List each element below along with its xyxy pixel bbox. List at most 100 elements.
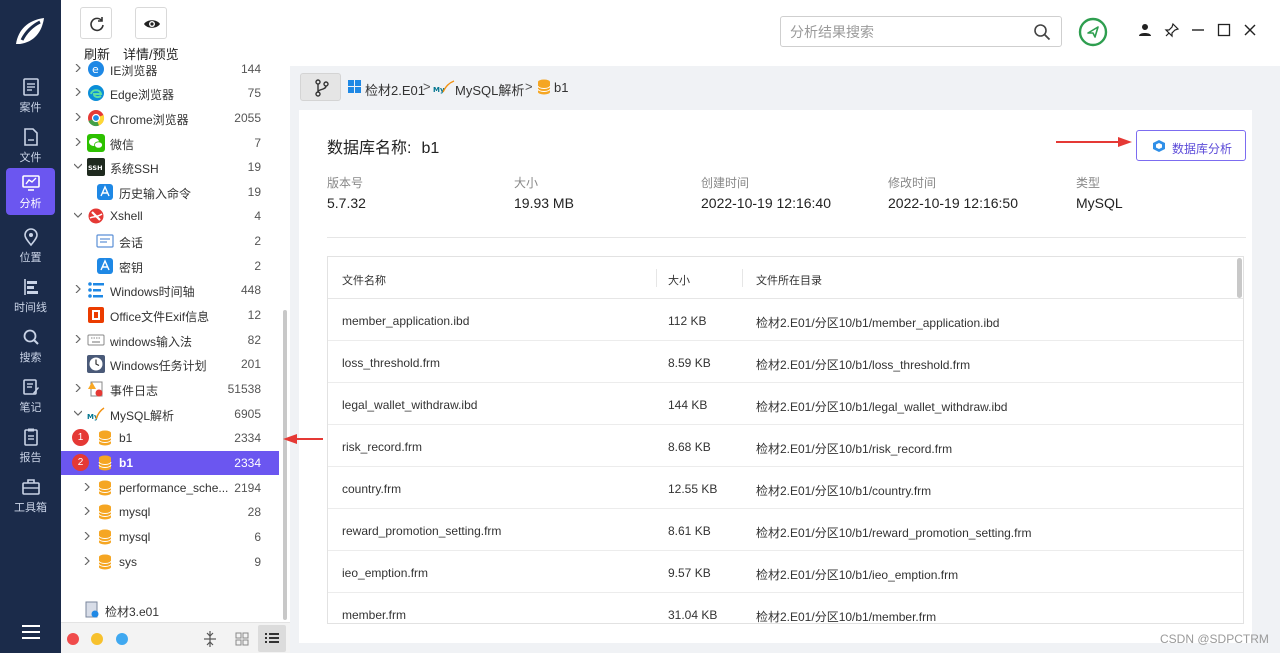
database-analysis-button[interactable]: 数据库分析: [1136, 130, 1246, 161]
tree-scrollbar[interactable]: [283, 310, 287, 620]
breadcrumb-item[interactable]: b1: [554, 80, 568, 95]
search-input[interactable]: [790, 23, 1020, 41]
chevron-right-icon[interactable]: [83, 507, 91, 515]
branch-button[interactable]: [300, 73, 341, 101]
table-row[interactable]: reward_promotion_setting.frm 8.61 KB 检材2…: [328, 509, 1243, 551]
database-icon: [98, 430, 112, 446]
column-header-path[interactable]: 文件所在目录: [756, 272, 822, 288]
refresh-button[interactable]: [80, 7, 112, 39]
table-scrollbar[interactable]: [1237, 258, 1242, 298]
close-icon[interactable]: [1242, 22, 1258, 38]
chevron-right-icon[interactable]: [74, 88, 82, 96]
rail-item-file[interactable]: 文件: [6, 122, 55, 170]
chevron-right-icon[interactable]: [74, 384, 82, 392]
rail-item-report[interactable]: 报告: [6, 422, 55, 470]
tree-item-windows-ime[interactable]: windows输入法 82: [61, 328, 279, 352]
menu-icon[interactable]: [22, 625, 40, 639]
tree-item-label: Windows任务计划: [110, 359, 207, 373]
blue-dot-icon[interactable]: [116, 633, 128, 645]
chevron-right-icon[interactable]: [74, 138, 82, 146]
chevron-right-icon[interactable]: [83, 532, 91, 540]
tree-item-windows-timeline[interactable]: Windows时间轴 448: [61, 278, 279, 302]
rail-item-case[interactable]: 案件: [6, 72, 55, 120]
tree-item-label: mysql: [119, 530, 151, 544]
timeline-icon: [88, 282, 104, 298]
preview-button[interactable]: [135, 7, 167, 39]
breadcrumb-item[interactable]: 检材2.E01: [365, 80, 425, 99]
tree-item-db-b1-selected[interactable]: 2 b1 2334: [61, 451, 279, 475]
tree-item-system-ssh[interactable]: SSH 系统SSH 19: [61, 155, 279, 179]
table-row[interactable]: member.frm 31.04 KB 检材2.E01/分区10/b1/memb…: [328, 593, 1243, 623]
tree-item-session[interactable]: 会话 2: [61, 229, 279, 253]
column-divider[interactable]: [656, 269, 657, 287]
tree-item-wechat[interactable]: 微信 7: [61, 131, 279, 155]
red-dot-icon[interactable]: [67, 633, 79, 645]
table-row[interactable]: ieo_emption.frm 9.57 KB 检材2.E01/分区10/b1/…: [328, 551, 1243, 593]
chevron-right-icon[interactable]: [74, 335, 82, 343]
mysql-icon: My: [87, 407, 105, 421]
tree-item-label: 密钥: [119, 261, 144, 275]
chevron-right-icon[interactable]: [74, 285, 82, 293]
maximize-icon[interactable]: [1216, 22, 1232, 38]
cell-filename: loss_threshold.frm: [342, 356, 441, 370]
chevron-down-icon[interactable]: [74, 409, 82, 417]
table-row[interactable]: loss_threshold.frm 8.59 KB 检材2.E01/分区10/…: [328, 341, 1243, 383]
rail-item-toolbox[interactable]: 工具箱: [6, 472, 55, 520]
evidence-item[interactable]: 检材3.e01: [61, 598, 279, 622]
database-icon: [98, 554, 112, 570]
tree-item-count: 2: [254, 259, 261, 273]
breadcrumb-item[interactable]: MySQL解析: [455, 80, 524, 99]
chevron-right-icon[interactable]: [74, 64, 82, 72]
table-row[interactable]: risk_record.frm 8.68 KB 检材2.E01/分区10/b1/…: [328, 425, 1243, 467]
tree-item-chrome-browser[interactable]: Chrome浏览器 2055: [61, 106, 279, 130]
rail-item-note[interactable]: 笔记: [6, 372, 55, 420]
tree-panel: 刷新 详情/预览 e IE浏览器 144 Edge浏览器 75 Chrome浏览…: [61, 0, 290, 653]
minimize-icon[interactable]: [1190, 22, 1206, 38]
collapse-icon[interactable]: [200, 629, 220, 649]
rail-item-location[interactable]: 位置: [6, 222, 55, 270]
tree-item-label: MySQL解析: [110, 409, 175, 423]
table-row[interactable]: legal_wallet_withdraw.ibd 144 KB 检材2.E01…: [328, 383, 1243, 425]
grid-view-icon[interactable]: [232, 629, 252, 649]
tree-item-label: Chrome浏览器: [110, 113, 189, 127]
table-row[interactable]: member_application.ibd 112 KB 检材2.E01/分区…: [328, 299, 1243, 341]
chevron-right-icon[interactable]: [83, 557, 91, 565]
tree-item-xshell[interactable]: Xshell 4: [61, 204, 279, 228]
column-divider[interactable]: [742, 269, 743, 287]
chevron-down-icon[interactable]: [74, 211, 82, 219]
user-icon[interactable]: [1137, 22, 1153, 38]
tree-item-key[interactable]: 密钥 2: [61, 254, 279, 278]
tree-item-db-sys[interactable]: sys 9: [61, 550, 279, 574]
chevron-right-icon[interactable]: [74, 113, 82, 121]
column-header-size[interactable]: 大小: [668, 272, 690, 288]
yellow-dot-icon[interactable]: [91, 633, 103, 645]
status-send-icon[interactable]: [1078, 17, 1108, 47]
rail-item-timeline[interactable]: 时间线: [6, 272, 55, 320]
rail-item-analysis[interactable]: 分析: [6, 168, 55, 215]
tree-item-label: 微信: [110, 138, 135, 152]
search-box[interactable]: [780, 16, 1062, 47]
tree-item-label: windows输入法: [110, 335, 193, 349]
tree-item-office-exif[interactable]: Office文件Exif信息 12: [61, 303, 279, 327]
tree-item-event-log[interactable]: 事件日志 51538: [61, 377, 279, 401]
tree-item-db-performance-schema[interactable]: performance_sche... 2194: [61, 476, 279, 500]
column-header-filename[interactable]: 文件名称: [342, 272, 386, 288]
list-view-button[interactable]: [258, 625, 286, 652]
tree-item-ie-browser[interactable]: e IE浏览器 144: [61, 57, 279, 81]
search-icon[interactable]: [1033, 23, 1051, 41]
tree-item-count: 6: [254, 530, 261, 544]
tree-item-mysql-parse[interactable]: My MySQL解析 6905: [61, 402, 279, 426]
tree-item-command-history[interactable]: 历史输入命令 19: [61, 180, 279, 204]
rail-item-search[interactable]: 搜索: [6, 322, 55, 370]
chevron-down-icon[interactable]: [74, 162, 82, 170]
tree-item-db-mysql-2[interactable]: mysql 6: [61, 525, 279, 549]
pin-icon[interactable]: [1164, 22, 1180, 38]
chevron-right-icon[interactable]: [83, 483, 91, 491]
table-row[interactable]: country.frm 12.55 KB 检材2.E01/分区10/b1/cou…: [328, 467, 1243, 509]
tree-item-label: 历史输入命令: [119, 187, 192, 201]
tree-item-db-mysql-1[interactable]: mysql 28: [61, 500, 279, 524]
tree-item-task-scheduler[interactable]: Windows任务计划 201: [61, 352, 279, 376]
tree-item-db-b1-first[interactable]: 1 b1 2334: [61, 426, 279, 450]
tree-item-edge-browser[interactable]: Edge浏览器 75: [61, 81, 279, 105]
xshell-icon: [88, 208, 104, 224]
